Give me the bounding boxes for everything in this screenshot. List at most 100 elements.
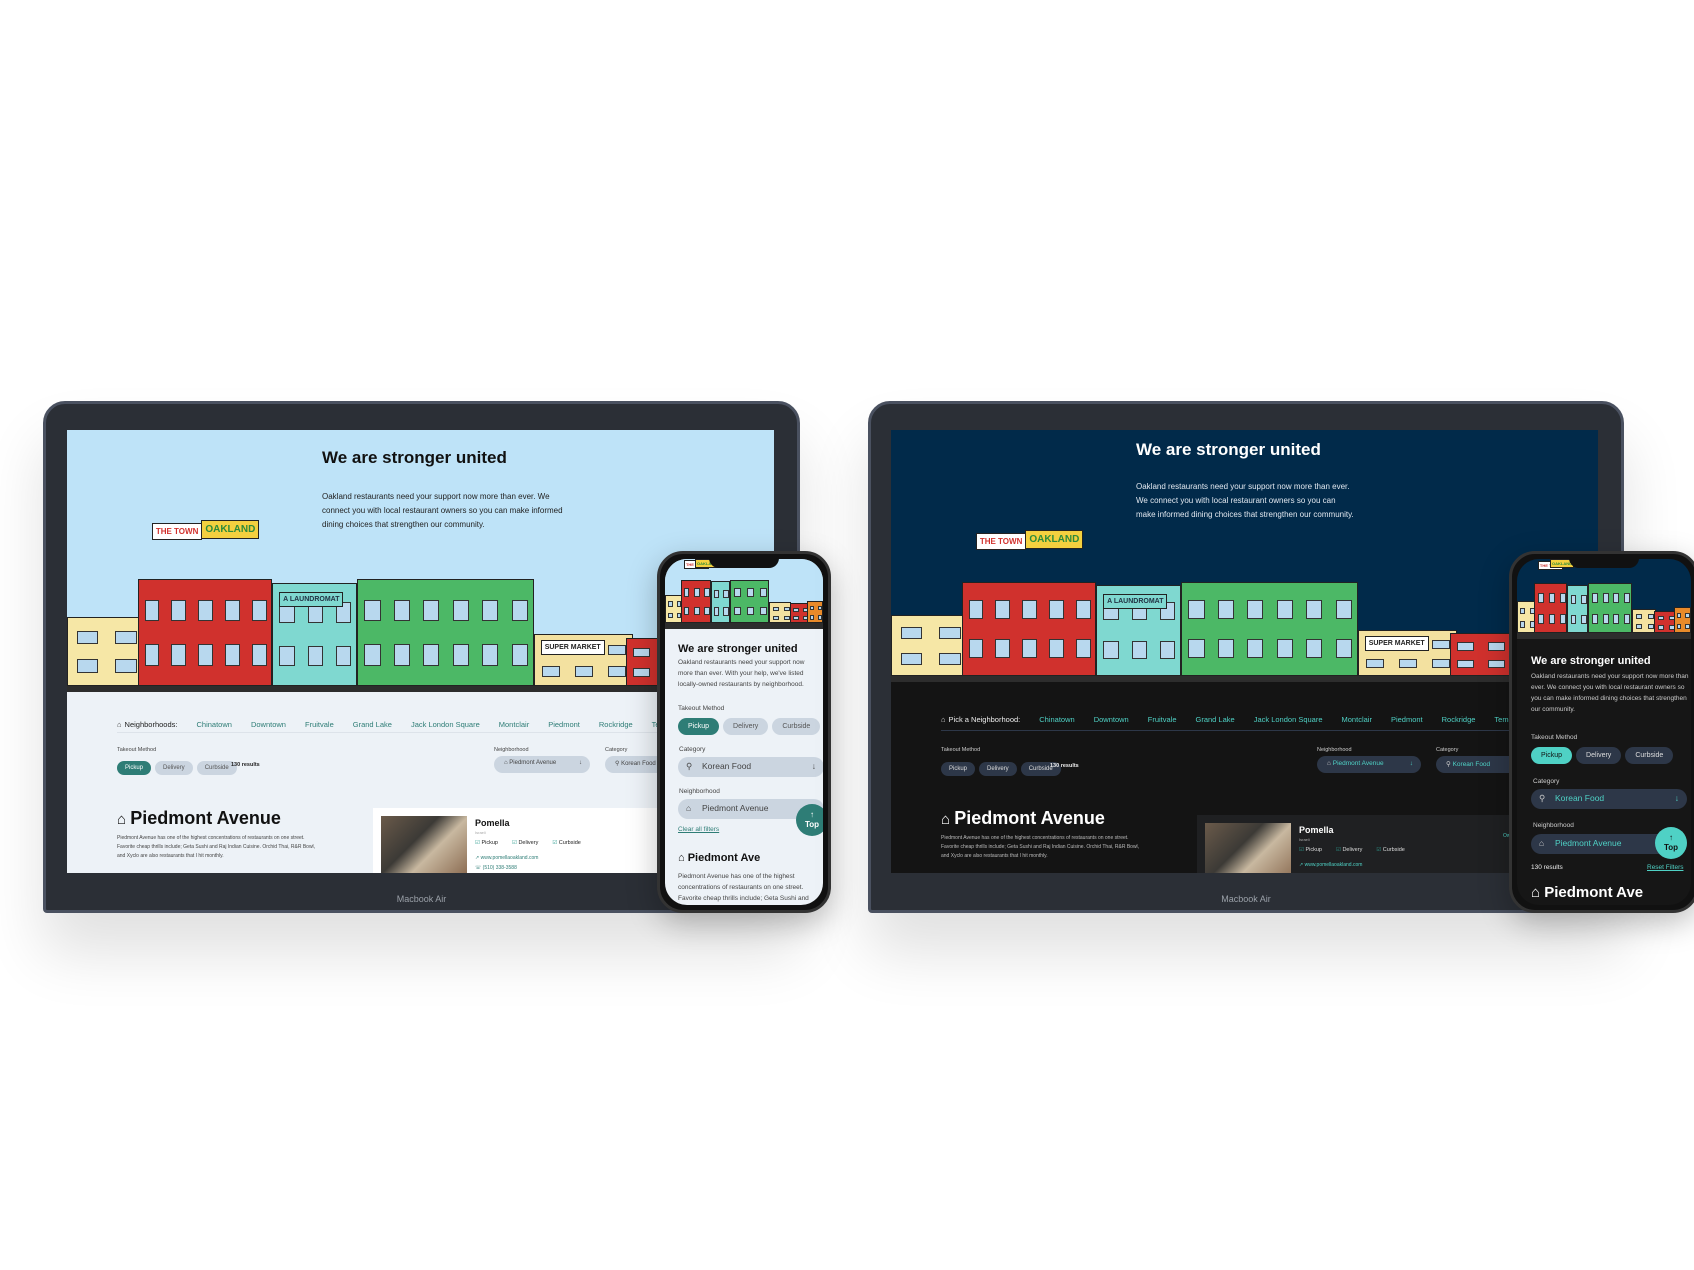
section-title: ⌂ Piedmont Ave bbox=[678, 852, 761, 864]
category-label: Category bbox=[605, 747, 628, 753]
nav-label: Pick a Neighborhood: bbox=[948, 715, 1021, 724]
pill-pickup[interactable]: Pickup bbox=[1531, 747, 1573, 764]
window bbox=[900, 627, 922, 640]
pill-pickup[interactable]: Pickup bbox=[678, 718, 720, 735]
check-icon: ☑ bbox=[1376, 847, 1382, 853]
nav-item-montclair[interactable]: Montclair bbox=[499, 720, 529, 729]
pill-delivery[interactable]: Delivery bbox=[723, 718, 769, 735]
option-delivery: ☑ Delivery bbox=[1335, 847, 1363, 853]
window bbox=[1457, 659, 1475, 669]
window bbox=[1537, 614, 1544, 625]
street-illustration: THE TOWN OAKLAND A LAUNDROMAT SUPER MARKET bbox=[891, 530, 1598, 682]
window bbox=[1049, 599, 1064, 619]
window bbox=[1049, 639, 1064, 659]
window bbox=[809, 605, 815, 611]
nav-item-downtown[interactable]: Downtown bbox=[1094, 715, 1129, 724]
restaurant-name[interactable]: Pomella bbox=[475, 818, 510, 828]
clear-filters-link[interactable]: Clear all filters bbox=[678, 826, 719, 833]
window bbox=[335, 645, 352, 667]
nav-item-grand-lake[interactable]: Grand Lake bbox=[353, 720, 392, 729]
nav-item-downtown[interactable]: Downtown bbox=[251, 720, 286, 729]
nav-item-grand-lake[interactable]: Grand Lake bbox=[1196, 715, 1235, 724]
window bbox=[452, 599, 469, 621]
window bbox=[939, 627, 961, 640]
building bbox=[1631, 609, 1657, 633]
option-pickup: ☑ Pickup bbox=[475, 840, 498, 846]
restaurant-name[interactable]: Pomella bbox=[1299, 825, 1334, 835]
window bbox=[713, 589, 720, 598]
building bbox=[891, 615, 969, 676]
website-link[interactable]: ↗ www.pomellaoakland.com bbox=[475, 855, 538, 861]
neighborhood-select[interactable]: ⌂ Piedmont Avenue ↓ bbox=[1317, 756, 1421, 773]
nav-item-rockridge[interactable]: Rockridge bbox=[1442, 715, 1476, 724]
window bbox=[793, 616, 799, 621]
nav-item-chinatown[interactable]: Chinatown bbox=[1039, 715, 1074, 724]
window bbox=[723, 607, 729, 616]
window bbox=[511, 644, 528, 666]
neighborhood-select[interactable]: ⌂ Piedmont Avenue ↓ bbox=[494, 756, 590, 773]
neighborhood-label: Neighborhood bbox=[1317, 747, 1352, 753]
section-text: Piedmont Avenue has one of the highest c… bbox=[941, 835, 1140, 859]
building bbox=[729, 579, 770, 623]
window bbox=[1520, 607, 1526, 615]
window bbox=[76, 630, 98, 645]
nav-item-fruitvale[interactable]: Fruitvale bbox=[305, 720, 334, 729]
window bbox=[1570, 594, 1577, 605]
restaurant-options: ☑ Pickup ☑ Delivery ☑ Curbside bbox=[475, 840, 595, 846]
nav-item-chinatown[interactable]: Chinatown bbox=[197, 720, 232, 729]
home-icon: ⌂ bbox=[941, 811, 955, 828]
window bbox=[759, 606, 768, 616]
pill-pickup[interactable]: Pickup bbox=[117, 761, 152, 775]
nav-item-jack-london-square[interactable]: Jack London Square bbox=[1254, 715, 1323, 724]
reset-filters-link[interactable]: Reset Filters bbox=[1647, 864, 1683, 871]
check-icon: ☑ bbox=[475, 840, 480, 846]
window bbox=[1559, 593, 1566, 604]
window bbox=[694, 606, 700, 616]
building bbox=[710, 581, 730, 623]
pill-delivery[interactable]: Delivery bbox=[979, 762, 1017, 776]
hero-title: We are stronger united bbox=[678, 643, 798, 655]
window bbox=[1188, 599, 1205, 619]
window bbox=[1591, 593, 1598, 604]
building bbox=[961, 581, 1097, 676]
pill-curbside[interactable]: Curbside bbox=[1625, 747, 1674, 764]
window bbox=[667, 612, 673, 619]
nav-item-jack-london-square[interactable]: Jack London Square bbox=[411, 720, 480, 729]
nav-item-montclair[interactable]: Montclair bbox=[1342, 715, 1372, 724]
takeout-label: Takeout Method bbox=[678, 705, 725, 712]
home-icon: ⌂ bbox=[1539, 838, 1545, 848]
back-to-top-button[interactable]: ↑ Top bbox=[1655, 827, 1687, 859]
section-title: ⌂ Piedmont Avenue bbox=[117, 808, 281, 828]
results-count: 130 results bbox=[1531, 864, 1563, 871]
website-link[interactable]: ↗ www.pomellaoakland.com bbox=[1299, 862, 1362, 868]
restaurant-card[interactable]: Pomella Israeli Ow ☑ Pickup ☑ Delivery ☑ C… bbox=[1197, 815, 1517, 873]
window bbox=[1520, 621, 1526, 628]
category-select[interactable]: ⚲ Korean Food ↓ bbox=[1531, 789, 1687, 809]
back-to-top-button[interactable]: ↑ Top bbox=[796, 804, 823, 836]
pill-curbside[interactable]: Curbside bbox=[772, 718, 821, 735]
phone-link[interactable]: ☏ (510) 338-3588 bbox=[475, 865, 517, 871]
nav-item-piedmont[interactable]: Piedmont bbox=[548, 720, 580, 729]
window bbox=[1624, 593, 1631, 604]
window bbox=[1602, 614, 1609, 625]
window bbox=[198, 599, 214, 621]
window bbox=[1635, 614, 1643, 620]
window bbox=[1457, 642, 1475, 651]
restaurant-card[interactable]: Pomella Israeli ☑ Pickup ☑ Delivery ☑ Curb… bbox=[373, 808, 673, 873]
window bbox=[1431, 639, 1450, 649]
nav-item-rockridge[interactable]: Rockridge bbox=[599, 720, 633, 729]
window bbox=[1188, 639, 1205, 659]
pill-delivery[interactable]: Delivery bbox=[155, 761, 193, 775]
window bbox=[1635, 624, 1643, 630]
nav-item-piedmont[interactable]: Piedmont bbox=[1391, 715, 1423, 724]
window bbox=[198, 644, 214, 666]
section-title: ⌂ Piedmont Avenue bbox=[941, 808, 1105, 828]
pill-pickup[interactable]: Pickup bbox=[941, 762, 976, 776]
pill-delivery[interactable]: Delivery bbox=[1576, 747, 1622, 764]
neighborhood-label: Neighborhood bbox=[494, 747, 529, 753]
nav-item-fruitvale[interactable]: Fruitvale bbox=[1148, 715, 1177, 724]
window bbox=[1548, 593, 1555, 604]
category-select[interactable]: ⚲ Korean Food ↓ bbox=[678, 757, 823, 777]
window bbox=[1613, 614, 1620, 625]
building bbox=[769, 602, 792, 623]
